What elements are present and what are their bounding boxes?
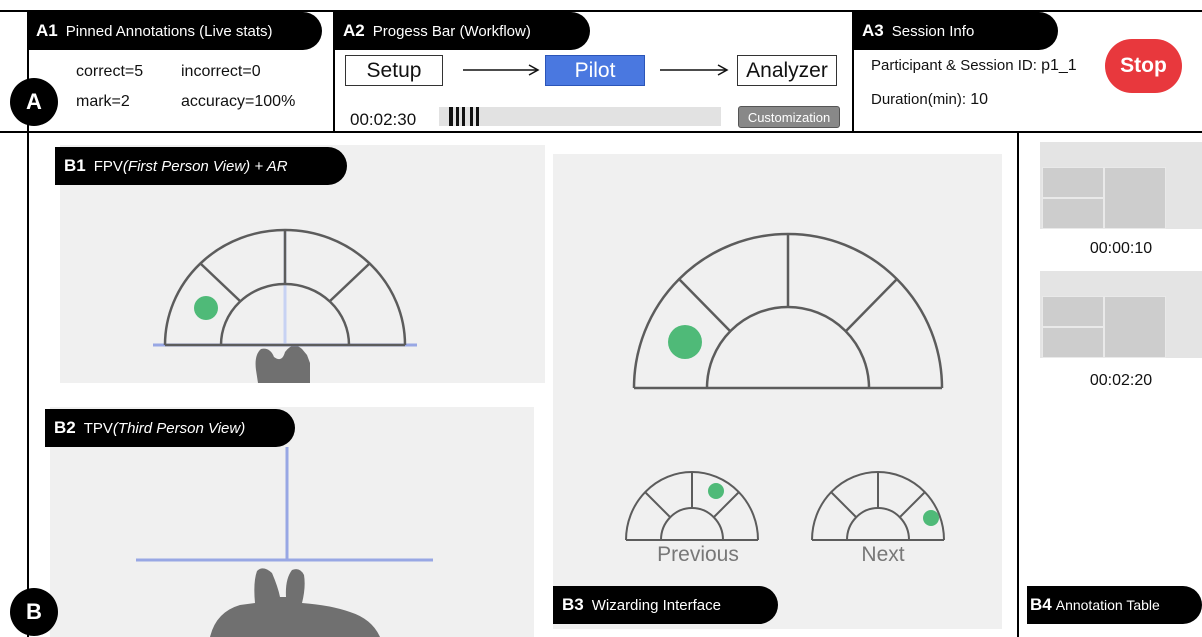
- duration-value: 10: [970, 91, 988, 108]
- annotation-timestamp: 00:02:20: [1089, 372, 1153, 389]
- gauge-icon: [632, 232, 944, 390]
- b2-title: TPV: [83, 419, 113, 437]
- progress-marker: [456, 107, 459, 126]
- a2-label: A2 Progess Bar (Workflow): [334, 12, 590, 50]
- hand-shape: [255, 345, 310, 383]
- a1-title: Pinned Annotations (Live stats): [65, 22, 273, 40]
- b4-label: B4 Annotation Table: [1027, 586, 1202, 624]
- customization-button[interactable]: Customization: [738, 106, 840, 128]
- duration-label: Duration(min):: [871, 91, 967, 108]
- annotation-thumbnail[interactable]: [1040, 271, 1202, 358]
- b3-label: B3 Wizarding Interface: [553, 586, 778, 624]
- a3-code: A3: [862, 21, 884, 40]
- b1-subtitle: (First Person View) + AR: [122, 157, 288, 175]
- stat-accuracy: accuracy=100%: [181, 93, 296, 110]
- stop-button[interactable]: Stop: [1105, 39, 1182, 93]
- b3-b4-divider: [1017, 131, 1019, 637]
- a2-code: A2: [343, 21, 365, 40]
- b3-code: B3: [562, 595, 584, 614]
- annotation-timestamp: 00:00:10: [1089, 240, 1153, 257]
- participant-id: p1_1: [1041, 57, 1077, 74]
- a3-title: Session Info: [891, 22, 975, 40]
- stat-incorrect: incorrect=0: [181, 63, 261, 80]
- wizarding-panel: [553, 154, 1002, 629]
- b1-label: B1 FPV (First Person View) + AR: [55, 147, 347, 185]
- stat-mark: mark=2: [76, 93, 130, 110]
- participant-label: Participant & Session ID:: [871, 57, 1037, 74]
- progress-marker: [476, 107, 479, 126]
- step-analyzer-button[interactable]: Analyzer: [737, 55, 837, 86]
- a3-label: A3 Session Info: [853, 12, 1058, 50]
- a2-title: Progess Bar (Workflow): [372, 22, 531, 40]
- b4-code: B4: [1030, 595, 1052, 614]
- annotation-thumbnail[interactable]: [1040, 142, 1202, 229]
- previous-button[interactable]: Previous: [650, 543, 746, 567]
- next-gauge-icon: [811, 471, 945, 541]
- wizard-gauge: [625, 232, 945, 541]
- b2-subtitle: (Third Person View): [112, 419, 246, 437]
- section-b-badge: B: [10, 588, 58, 636]
- progress-marker: [462, 107, 465, 126]
- previous-gauge-icon: [625, 471, 759, 541]
- progress-track[interactable]: [439, 107, 721, 126]
- next-button[interactable]: Next: [838, 543, 928, 567]
- b1-title: FPV: [93, 157, 123, 175]
- step-setup-button[interactable]: Setup: [345, 55, 443, 86]
- step-pilot-button[interactable]: Pilot: [545, 55, 645, 86]
- a1-label: A1 Pinned Annotations (Live stats): [27, 12, 322, 50]
- a1-code: A1: [36, 21, 58, 40]
- b2-code: B2: [54, 418, 76, 437]
- arrow-right-icon: [463, 64, 540, 76]
- progress-time: 00:02:30: [350, 110, 417, 129]
- arrow-right-icon: [660, 64, 729, 76]
- hand-shape: [210, 568, 380, 637]
- b2-label: B2 TPV (Third Person View): [45, 409, 295, 447]
- progress-marker: [470, 107, 473, 126]
- b3-title: Wizarding Interface: [591, 596, 721, 614]
- duration-info: Duration(min): 10: [871, 91, 988, 109]
- pointer-dot: [668, 325, 702, 359]
- section-a-badge: A: [10, 78, 58, 126]
- participant-info: Participant & Session ID: p1_1: [871, 57, 1077, 75]
- b4-title: Annotation Table: [1055, 597, 1160, 613]
- b1-code: B1: [64, 156, 86, 175]
- previous-dot: [708, 483, 724, 499]
- next-dot: [923, 510, 939, 526]
- progress-marker: [449, 107, 453, 126]
- section-divider: [0, 131, 1202, 133]
- stat-correct: correct=5: [76, 63, 144, 80]
- pointer-dot: [194, 296, 218, 320]
